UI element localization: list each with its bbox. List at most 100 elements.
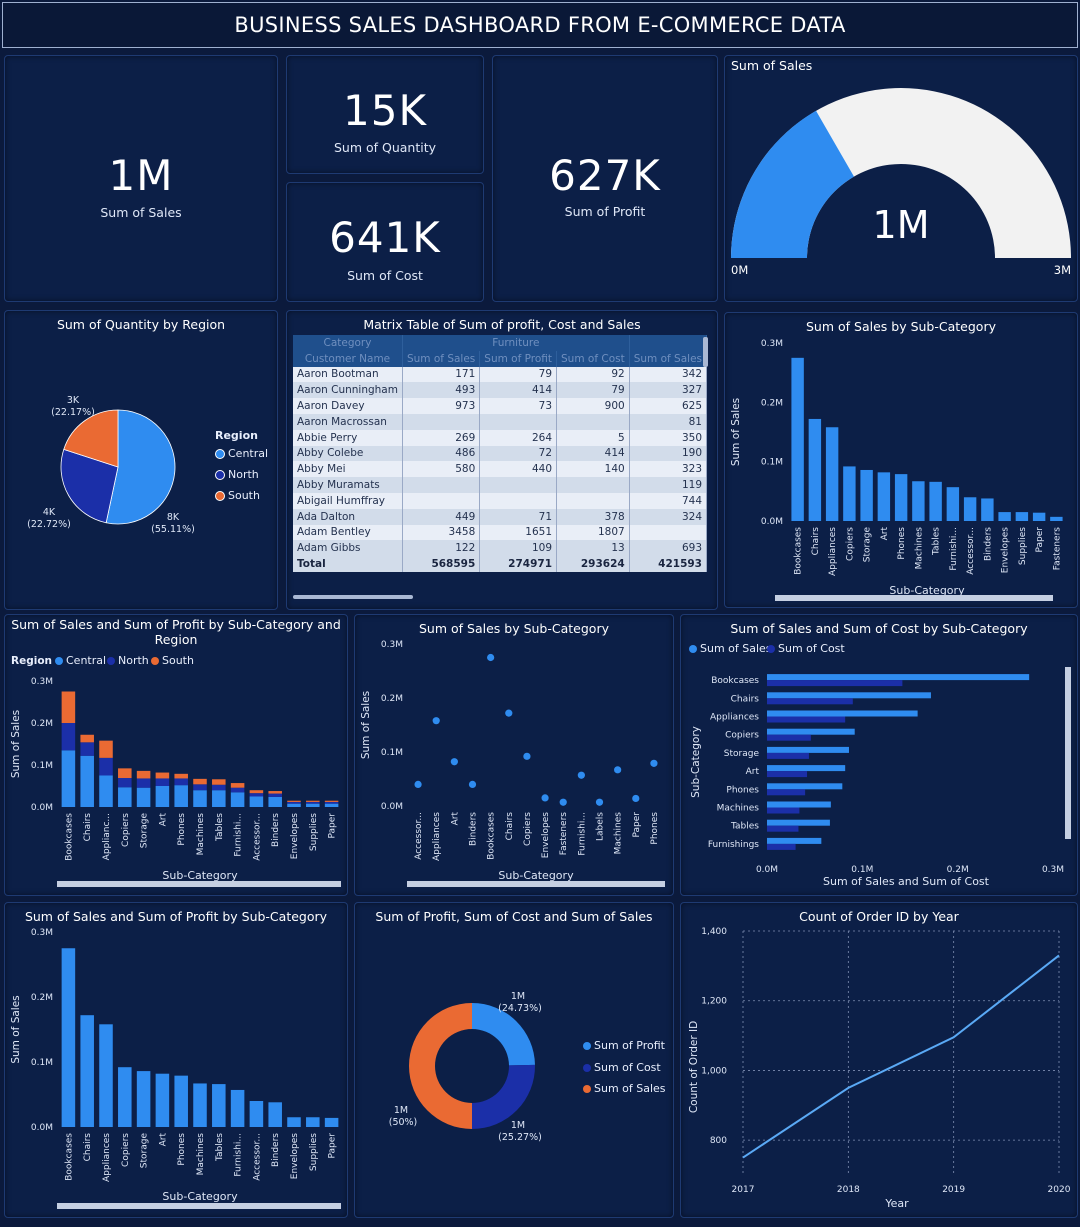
bar-binders	[981, 498, 994, 521]
matrix-horizontal-scrollbar[interactable]	[293, 595, 413, 599]
value-cell: 449	[402, 508, 481, 525]
table-row[interactable]: Abby Mei 580 440 140 323	[293, 461, 708, 478]
bar-machines	[193, 1083, 207, 1127]
bar-supplies	[1015, 512, 1029, 521]
donut-label-sum-of-sales: 1M	[394, 1105, 408, 1116]
value-cell: 625	[629, 398, 708, 414]
bar-art	[877, 472, 891, 521]
bar-north-copiers	[118, 778, 132, 788]
donut-legend-profit[interactable]: Sum of Profit	[583, 1039, 665, 1052]
table-row[interactable]: Aaron Davey 973 73 900 625	[293, 398, 708, 414]
bar-south-accessor	[249, 790, 264, 794]
bar-north-tables	[212, 784, 226, 791]
stacked-region-panel[interactable]: Sum of Sales and Sum of Profit by Sub-Ca…	[4, 614, 348, 896]
donut-panel[interactable]: Sum of Profit, Sum of Cost and Sum of Sa…	[354, 902, 674, 1218]
legend-central[interactable]: Central	[215, 447, 268, 460]
kpi-profit-card[interactable]: 627K Sum of Profit	[492, 55, 718, 302]
bar-furnishi	[230, 1089, 245, 1127]
scatter-point-machines	[614, 766, 622, 774]
donut-label-sum-of-profit: 1M	[511, 991, 525, 1002]
bar-north-art	[155, 778, 170, 786]
scatter-point-labels	[595, 798, 604, 806]
x-tick-label-copiers: Copiers	[121, 1133, 131, 1167]
table-row[interactable]: Adam Bentley 3458 1651 1807	[293, 524, 708, 541]
bar-accessor	[963, 497, 977, 521]
matrix-panel[interactable]: Matrix Table of Sum of profit, Cost and …	[286, 310, 718, 610]
pie-region-panel[interactable]: Sum of Quantity by Region 8K (55.11%) 4K (2…	[4, 310, 278, 610]
donut-legend-cost-swatch	[583, 1064, 591, 1072]
kpi-quantity-value: 15K	[343, 86, 427, 135]
bar-central-copiers	[118, 787, 132, 807]
scatter-scrollbar[interactable]	[407, 881, 665, 887]
bar-central-applianc	[99, 775, 113, 807]
donut-slice-sum-of-sales	[409, 1003, 472, 1129]
y-axis-title: Sum of Sales	[360, 691, 372, 759]
legend-south-label: South	[228, 489, 260, 502]
bar-supplies	[306, 1117, 320, 1127]
matrix-col-sales-2[interactable]: Sum of Sales	[629, 350, 708, 367]
table-row[interactable]: Abby Muramats 119	[293, 477, 708, 493]
value-cell: 693	[629, 540, 708, 557]
gauge-panel[interactable]: Sum of Sales 1M 0M 3M	[724, 55, 1078, 302]
matrix-col-customer[interactable]: Customer Name	[293, 350, 403, 367]
table-row[interactable]: Aaron Macrossan 81	[293, 413, 708, 430]
gauge-value-label: 1M	[872, 203, 930, 247]
legend-central-label: Central	[228, 447, 269, 460]
value-cell: 264	[479, 429, 558, 446]
stacked-region-scrollbar[interactable]	[57, 881, 341, 887]
matrix-col-profit[interactable]: Sum of Profit	[479, 350, 558, 367]
x-tick-label-tables: Tables	[932, 527, 942, 556]
matrix-col-sales[interactable]: Sum of Sales	[402, 350, 481, 367]
table-row[interactable]: Abbie Perry 269 264 5 350	[293, 429, 708, 446]
kpi-sales-card[interactable]: 1M Sum of Sales	[4, 55, 278, 302]
x-tick-label-fasteners: Fasteners	[1052, 527, 1062, 571]
x-tick-label-2017: 2017	[732, 1185, 755, 1195]
matrix-vertical-scrollbar[interactable]	[703, 337, 708, 367]
table-row[interactable]: Ada Dalton 449 71 378 324	[293, 508, 708, 525]
line-chart: 800 1,000 1,200 1,400 2017 2018 2019 2020 Year Co…	[688, 927, 1071, 1210]
bar-phones	[894, 474, 908, 521]
y-tick-label-copiers: Copiers	[725, 731, 759, 741]
hbar-panel[interactable]: Sum of Sales and Sum of Cost by Sub-Cate…	[680, 614, 1078, 896]
x-tick-label-accessor: Accessor...	[252, 1133, 262, 1181]
value-cell	[479, 413, 558, 430]
table-row[interactable]: Adam Gibbs 122 109 13 693	[293, 540, 708, 557]
donut-legend-cost[interactable]: Sum of Cost	[583, 1061, 661, 1074]
bar-subcat-bottom-panel[interactable]: Sum of Sales and Sum of Profit by Sub-Ca…	[4, 902, 348, 1218]
x-tick-label-fasteners: Fasteners	[559, 812, 569, 856]
bar-south-supplies	[306, 800, 320, 802]
value-cell: 73	[479, 398, 558, 414]
scatter-point-paper	[632, 794, 640, 803]
kpi-quantity-card[interactable]: 15K Sum of Quantity	[286, 55, 484, 174]
table-row[interactable]: Abby Colebe 486 72 414 190	[293, 445, 708, 462]
value-cell: 71	[479, 508, 558, 525]
bar-subcat-top-panel[interactable]: Sum of Sales by Sub-Category 0.0M 0.1M 0.2…	[724, 312, 1078, 608]
table-row[interactable]: Aaron Bootman 171 79 92 342	[293, 366, 708, 383]
legend-south[interactable]: South	[215, 489, 260, 502]
legend-north[interactable]: North	[215, 468, 259, 481]
x-tick-label-appliances: Appliances	[102, 1133, 112, 1182]
x-tick-label-bookcases: Bookcases	[64, 1133, 74, 1181]
line-panel[interactable]: Count of Order ID by Year 800 1,000 1,200 1…	[680, 902, 1078, 1218]
pie-pct-south: (22.17%)	[51, 407, 95, 418]
hbar-scrollbar[interactable]	[1065, 667, 1071, 839]
table-row[interactable]: Aaron Cunningham 493 414 79 327	[293, 382, 708, 399]
bar-sales-furnishings	[767, 837, 822, 844]
value-cell	[402, 413, 481, 430]
scatter-panel[interactable]: Sum of Sales by Sub-Category 0.0M 0.1M 0.2…	[354, 614, 674, 896]
value-cell: 5	[556, 429, 630, 446]
donut-legend-sales[interactable]: Sum of Sales	[583, 1082, 666, 1095]
bar-copiers	[843, 466, 856, 521]
bar-cost-chairs	[767, 698, 853, 705]
kpi-cost-card[interactable]: 641K Sum of Cost	[286, 182, 484, 302]
x-tick-label-paper: Paper	[632, 812, 642, 838]
bar-north-supplies	[306, 801, 320, 804]
line-series-orders	[742, 954, 1060, 1159]
matrix-col-cost[interactable]: Sum of Cost	[556, 350, 630, 367]
table-row[interactable]: Abigail Humffray 744	[293, 492, 708, 509]
donut-legend-profit-label: Sum of Profit	[594, 1039, 665, 1052]
bar-subcat-bottom-scrollbar[interactable]	[57, 1203, 341, 1209]
bar-phones	[174, 1075, 188, 1127]
bar-subcat-top-scrollbar[interactable]	[775, 595, 1053, 601]
bar-north-furnishi	[230, 787, 245, 793]
